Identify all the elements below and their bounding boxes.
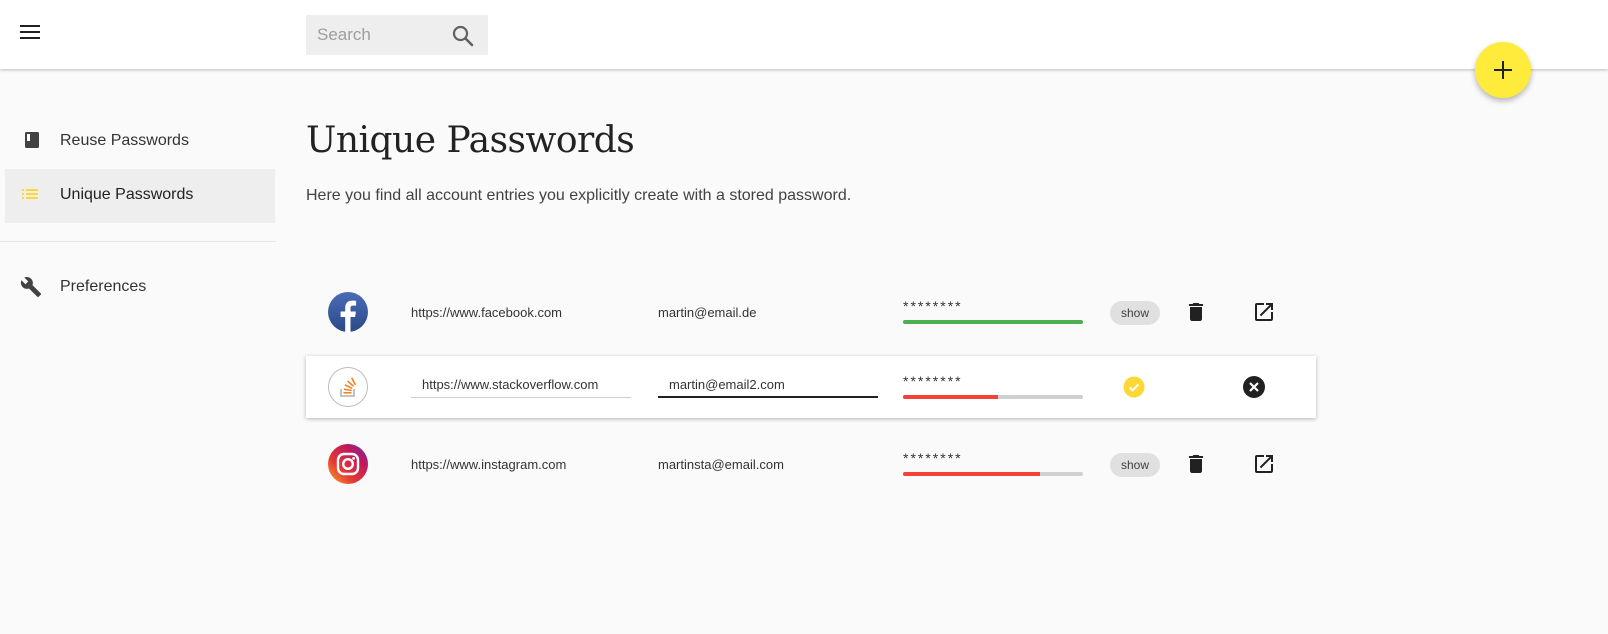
- username-field[interactable]: [658, 372, 878, 398]
- url-field[interactable]: [411, 372, 631, 398]
- add-entry-button[interactable]: [1475, 42, 1531, 98]
- search-input[interactable]: [306, 15, 457, 55]
- cancel-circle-icon[interactable]: [1242, 375, 1266, 399]
- menu-icon[interactable]: [17, 20, 43, 44]
- show-password-button[interactable]: show: [1110, 453, 1160, 477]
- stackoverflow-logo: [328, 367, 368, 407]
- search-icon[interactable]: [450, 23, 476, 49]
- entry-username: martinsta@email.com: [658, 457, 784, 472]
- password-strength-bar: [903, 320, 1083, 324]
- instagram-logo: [328, 444, 368, 484]
- facebook-logo: [328, 292, 368, 332]
- sidebar-item-preferences[interactable]: Preferences: [5, 261, 275, 315]
- top-app-bar: [0, 0, 1608, 69]
- check-circle-icon[interactable]: [1122, 375, 1146, 399]
- entry-password: ********: [903, 450, 963, 466]
- wrench-icon: [20, 276, 42, 298]
- open-external-icon[interactable]: [1252, 300, 1276, 324]
- password-strength-fill: [903, 472, 1040, 476]
- password-strength-fill: [903, 395, 999, 399]
- sidebar-item-label: Preferences: [60, 278, 147, 295]
- password-strength-bar: [903, 395, 1083, 399]
- entry-username: martin@email.de: [658, 305, 757, 320]
- plus-icon: [1494, 61, 1512, 79]
- page-title: Unique Passwords: [306, 120, 635, 161]
- sidebar-item-label: Reuse Passwords: [60, 132, 189, 149]
- sidebar-divider: [0, 241, 276, 242]
- sidebar-item-reuse-passwords[interactable]: Reuse Passwords: [5, 115, 275, 169]
- entry-password: ********: [903, 373, 963, 389]
- sidebar-item-label: Unique Passwords: [60, 186, 194, 203]
- entry-row-instagram: https://www.instagram.com martinsta@emai…: [306, 433, 1316, 495]
- entry-row-stackoverflow-editing: ********: [306, 356, 1316, 418]
- password-strength-bar: [903, 472, 1083, 476]
- sidebar-item-unique-passwords[interactable]: Unique Passwords: [5, 169, 275, 223]
- entry-password: ********: [903, 298, 963, 314]
- delete-icon[interactable]: [1184, 452, 1208, 476]
- password-strength-fill: [903, 320, 1083, 324]
- show-password-button[interactable]: show: [1110, 301, 1160, 325]
- entry-url: https://www.facebook.com: [411, 305, 563, 320]
- search-box: [306, 15, 488, 55]
- delete-icon[interactable]: [1184, 300, 1208, 324]
- book-icon: [20, 130, 42, 152]
- entry-row-facebook: https://www.facebook.com martin@email.de…: [306, 281, 1316, 343]
- open-external-icon[interactable]: [1252, 452, 1276, 476]
- page-description: Here you find all account entries you ex…: [306, 187, 852, 204]
- list-icon: [20, 184, 42, 206]
- entry-url: https://www.instagram.com: [411, 457, 567, 472]
